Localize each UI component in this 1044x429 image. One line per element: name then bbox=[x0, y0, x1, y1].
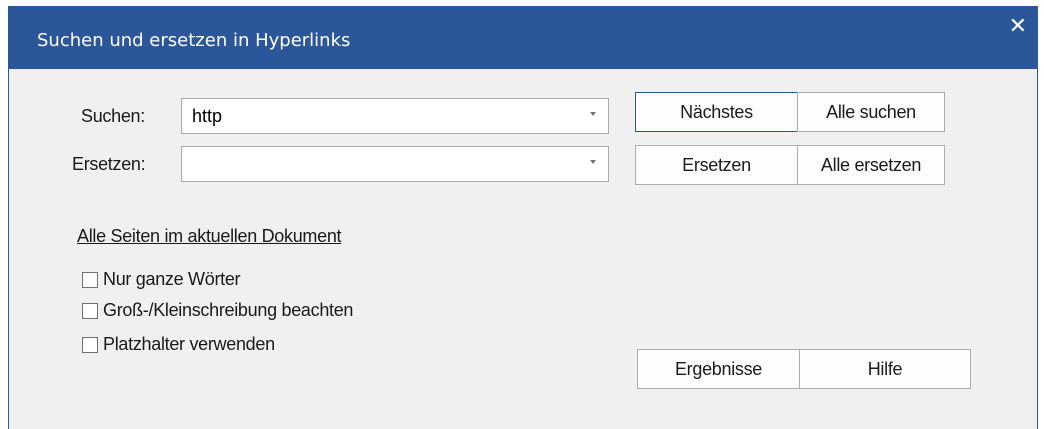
checkbox-box[interactable] bbox=[82, 336, 98, 353]
search-input[interactable]: http bbox=[181, 98, 609, 134]
next-button[interactable]: Nächstes bbox=[635, 92, 798, 132]
close-icon[interactable]: ✕ bbox=[1009, 16, 1027, 38]
match-case-label: Groß-/Kleinschreibung beachten bbox=[103, 300, 354, 320]
replace-all-button[interactable]: Alle ersetzen bbox=[797, 145, 945, 185]
help-button[interactable]: Hilfe bbox=[799, 349, 971, 389]
title-bar[interactable]: Suchen und ersetzen in Hyperlinks ✕ bbox=[9, 6, 1037, 69]
find-all-button[interactable]: Alle suchen bbox=[797, 92, 945, 132]
search-input-value: http bbox=[192, 106, 223, 126]
dropdown-arrow-icon[interactable] bbox=[590, 112, 596, 116]
wildcards-label: Platzhalter verwenden bbox=[103, 334, 275, 354]
match-case-checkbox[interactable]: Groß-/Kleinschreibung beachten bbox=[82, 300, 353, 321]
replace-input[interactable] bbox=[181, 146, 609, 182]
whole-words-checkbox[interactable]: Nur ganze Wörter bbox=[82, 269, 241, 290]
find-replace-dialog: Suchen und ersetzen in Hyperlinks ✕ Such… bbox=[8, 6, 1038, 429]
checkbox-box[interactable] bbox=[82, 302, 98, 319]
search-label: Suchen: bbox=[81, 106, 145, 126]
scope-link[interactable]: Alle Seiten im aktuellen Dokument bbox=[77, 226, 342, 247]
replace-button[interactable]: Ersetzen bbox=[635, 145, 798, 185]
replace-label: Ersetzen: bbox=[72, 154, 146, 174]
dropdown-arrow-icon[interactable] bbox=[590, 160, 596, 164]
dialog-title: Suchen und ersetzen in Hyperlinks bbox=[37, 30, 351, 51]
whole-words-label: Nur ganze Wörter bbox=[103, 269, 241, 289]
results-button[interactable]: Ergebnisse bbox=[637, 349, 800, 389]
wildcards-checkbox[interactable]: Platzhalter verwenden bbox=[82, 334, 275, 355]
checkbox-box[interactable] bbox=[82, 271, 98, 288]
